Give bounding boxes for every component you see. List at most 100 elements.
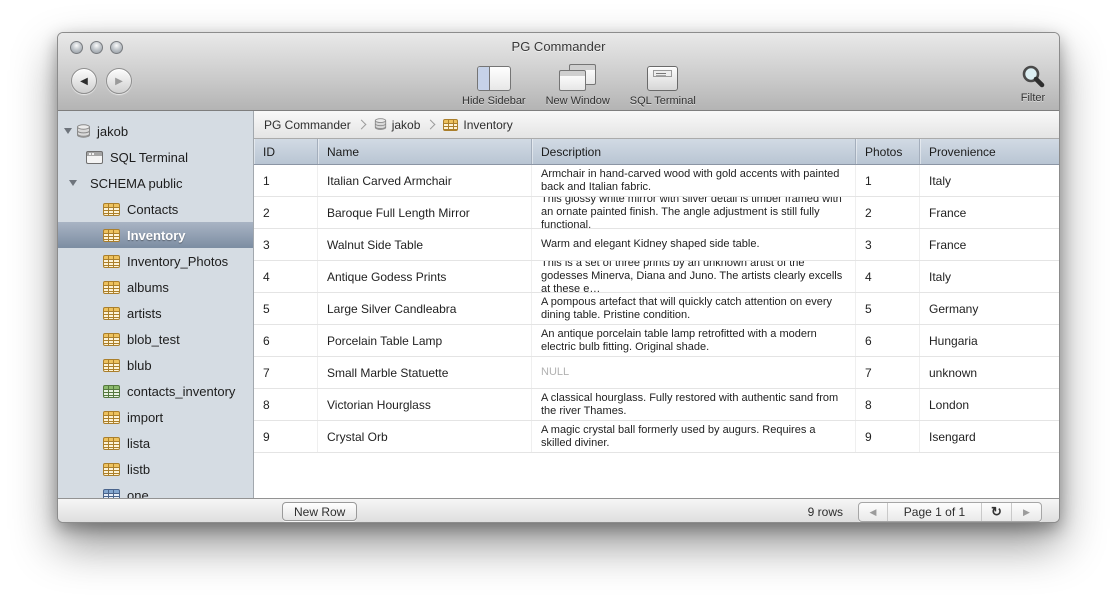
table-row[interactable]: 2 Baroque Full Length Mirror This glossy… <box>254 197 1059 229</box>
zoom-window-button[interactable] <box>110 41 123 54</box>
sidebar-item-lista[interactable]: lista <box>58 430 253 456</box>
cell-id[interactable]: 6 <box>254 325 318 356</box>
cell-id[interactable]: 9 <box>254 421 318 452</box>
cell-name[interactable]: Antique Godess Prints <box>318 261 532 292</box>
sidebar-item-label: blub <box>127 358 152 373</box>
column-header-description[interactable]: Description <box>532 139 856 164</box>
cell-description-null[interactable]: NULL <box>532 357 856 388</box>
table-row[interactable]: 6 Porcelain Table Lamp An antique porcel… <box>254 325 1059 357</box>
back-button[interactable]: ◀ <box>71 68 97 94</box>
cell-id[interactable]: 2 <box>254 197 318 228</box>
cell-description[interactable]: A magic crystal ball formerly used by au… <box>532 421 856 452</box>
sidebar-item-jakob[interactable]: jakob <box>58 118 253 144</box>
cell-id[interactable]: 4 <box>254 261 318 292</box>
sidebar-item-label: SCHEMA public <box>90 176 182 191</box>
cell-provenience[interactable]: Italy <box>920 165 1059 196</box>
cell-name[interactable]: Crystal Orb <box>318 421 532 452</box>
titlebar[interactable]: PG Commander <box>58 33 1059 61</box>
cell-photos[interactable]: 5 <box>856 293 920 324</box>
cell-provenience[interactable]: France <box>920 229 1059 260</box>
table-row[interactable]: 3 Walnut Side Table Warm and elegant Kid… <box>254 229 1059 261</box>
sidebar-item-schema-public[interactable]: SCHEMA public <box>58 170 253 196</box>
cell-name[interactable]: Baroque Full Length Mirror <box>318 197 532 228</box>
sidebar-item-one[interactable]: one <box>58 482 253 498</box>
table-row[interactable]: 8 Victorian Hourglass A classical hourgl… <box>254 389 1059 421</box>
hide-sidebar-button[interactable]: Hide Sidebar <box>462 64 526 107</box>
column-header-provenience[interactable]: Provenience <box>920 139 1059 164</box>
cell-name[interactable]: Large Silver Candleabra <box>318 293 532 324</box>
cell-provenience[interactable]: Germany <box>920 293 1059 324</box>
cell-photos[interactable]: 2 <box>856 197 920 228</box>
cell-provenience[interactable]: Isengard <box>920 421 1059 452</box>
sidebar-item-label: SQL Terminal <box>110 150 188 165</box>
column-header-name[interactable]: Name <box>318 139 532 164</box>
breadcrumb-item-app[interactable]: PG Commander <box>264 118 351 132</box>
cell-photos[interactable]: 7 <box>856 357 920 388</box>
cell-provenience[interactable]: unknown <box>920 357 1059 388</box>
sidebar-item-import[interactable]: import <box>58 404 253 430</box>
sql-terminal-button[interactable]: SQL Terminal <box>630 64 696 107</box>
cell-name[interactable]: Italian Carved Armchair <box>318 165 532 196</box>
sidebar-item-inventory-photos[interactable]: Inventory_Photos <box>58 248 253 274</box>
cell-id[interactable]: 1 <box>254 165 318 196</box>
sidebar-item-blub[interactable]: blub <box>58 352 253 378</box>
cell-photos[interactable]: 9 <box>856 421 920 452</box>
sidebar-item-albums[interactable]: albums <box>58 274 253 300</box>
breadcrumb-item-database[interactable]: jakob <box>374 118 421 132</box>
cell-photos[interactable]: 4 <box>856 261 920 292</box>
filter-button[interactable]: Filter <box>1020 64 1046 104</box>
cell-photos[interactable]: 6 <box>856 325 920 356</box>
sidebar-item-blob-test[interactable]: blob_test <box>58 326 253 352</box>
database-icon <box>76 124 91 139</box>
column-header-photos[interactable]: Photos <box>856 139 920 164</box>
cell-description[interactable]: A pompous artefact that will quickly cat… <box>532 293 856 324</box>
table-row[interactable]: 5 Large Silver Candleabra A pompous arte… <box>254 293 1059 325</box>
table-row[interactable]: 1 Italian Carved Armchair Armchair in ha… <box>254 165 1059 197</box>
sidebar-item-contacts-inventory[interactable]: contacts_inventory <box>58 378 253 404</box>
cell-id[interactable]: 3 <box>254 229 318 260</box>
previous-page-button[interactable]: ◀ <box>859 503 888 521</box>
cell-description[interactable]: An antique porcelain table lamp retrofit… <box>532 325 856 356</box>
new-row-button[interactable]: New Row <box>282 502 357 521</box>
breadcrumb-item-table[interactable]: Inventory <box>443 118 512 132</box>
cell-name[interactable]: Porcelain Table Lamp <box>318 325 532 356</box>
cell-name[interactable]: Small Marble Statuette <box>318 357 532 388</box>
sidebar-item-artists[interactable]: artists <box>58 300 253 326</box>
refresh-button[interactable]: ↻ <box>982 503 1012 521</box>
sidebar-item-listb[interactable]: listb <box>58 456 253 482</box>
cell-id[interactable]: 5 <box>254 293 318 324</box>
sidebar-item-contacts[interactable]: Contacts <box>58 196 253 222</box>
previous-page-icon: ◀ <box>870 507 877 518</box>
cell-provenience[interactable]: Italy <box>920 261 1059 292</box>
disclosure-triangle-icon[interactable] <box>69 180 77 186</box>
table-icon <box>103 203 120 216</box>
forward-button[interactable]: ▶ <box>106 68 132 94</box>
sidebar-item-inventory[interactable]: Inventory <box>58 222 253 248</box>
column-header-id[interactable]: ID <box>254 139 318 164</box>
table-row[interactable]: 7 Small Marble Statuette NULL 7 unknown <box>254 357 1059 389</box>
cell-id[interactable]: 7 <box>254 357 318 388</box>
cell-description[interactable]: This glossy white mirror with silver det… <box>532 197 856 228</box>
cell-photos[interactable]: 8 <box>856 389 920 420</box>
disclosure-triangle-icon[interactable] <box>64 128 72 134</box>
cell-name[interactable]: Walnut Side Table <box>318 229 532 260</box>
close-window-button[interactable] <box>70 41 83 54</box>
cell-provenience[interactable]: London <box>920 389 1059 420</box>
cell-photos[interactable]: 3 <box>856 229 920 260</box>
next-page-button[interactable]: ▶ <box>1012 503 1041 521</box>
sidebar-item-sql-terminal[interactable]: SQL Terminal <box>58 144 253 170</box>
cell-id[interactable]: 8 <box>254 389 318 420</box>
cell-description[interactable]: A classical hourglass. Fully restored wi… <box>532 389 856 420</box>
new-window-button[interactable]: New Window <box>546 64 610 107</box>
sidebar-item-label: import <box>127 410 163 425</box>
cell-description[interactable]: Warm and elegant Kidney shaped side tabl… <box>532 229 856 260</box>
minimize-window-button[interactable] <box>90 41 103 54</box>
cell-provenience[interactable]: France <box>920 197 1059 228</box>
cell-photos[interactable]: 1 <box>856 165 920 196</box>
table-row[interactable]: 9 Crystal Orb A magic crystal ball forme… <box>254 421 1059 453</box>
cell-description[interactable]: Armchair in hand-carved wood with gold a… <box>532 165 856 196</box>
cell-provenience[interactable]: Hungaria <box>920 325 1059 356</box>
cell-name[interactable]: Victorian Hourglass <box>318 389 532 420</box>
table-row[interactable]: 4 Antique Godess Prints This is a set of… <box>254 261 1059 293</box>
cell-description[interactable]: This is a set of three prints by an unkn… <box>532 261 856 292</box>
